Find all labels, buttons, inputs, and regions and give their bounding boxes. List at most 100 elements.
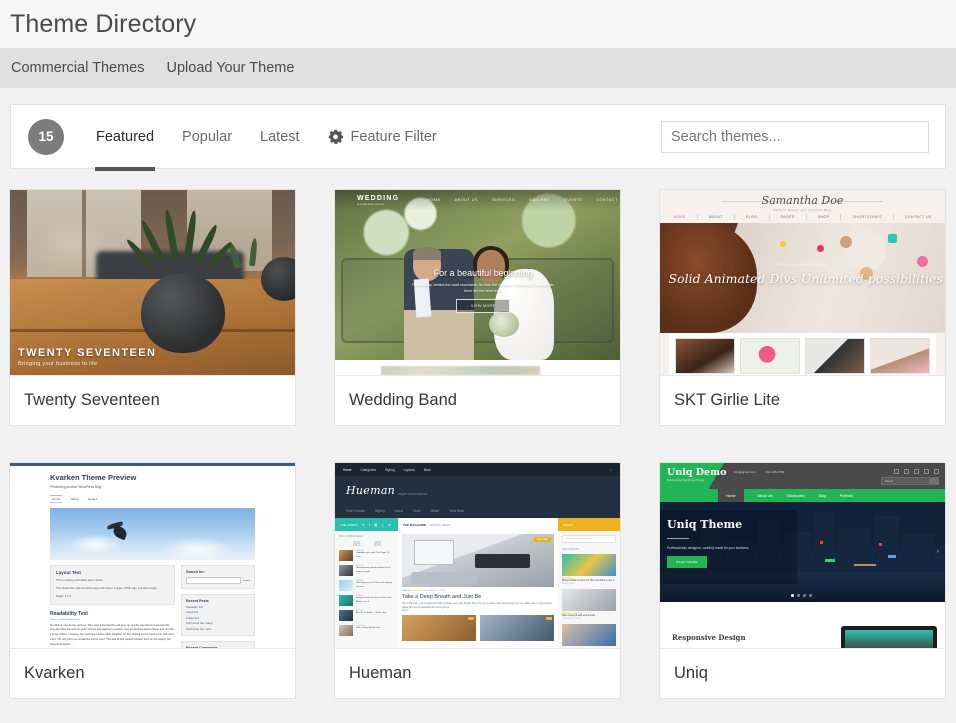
menu-item: Shortcodes — [786, 494, 804, 498]
menu-item: Mixed — [431, 509, 440, 513]
filter-bar-wrapper: 15 Featured Popular Latest Feature Filte… — [0, 88, 956, 169]
theme-screenshot[interactable]: Kvarken Theme Preview Previewing Another… — [10, 463, 295, 649]
featured-image: FEATURE — [402, 534, 554, 587]
theme-screenshot[interactable]: Samantha Doe Fashion Beauty and Lifestyl… — [660, 190, 945, 376]
menu-item: Level 1 — [88, 497, 98, 501]
preview-logo: WEDDING wordpress theme — [357, 195, 399, 206]
list-item: NATUREAn Ode To Earth — Relax Time — [339, 610, 394, 621]
card-date: DECEMBER 20, 2016 — [562, 618, 616, 620]
theme-card-hueman[interactable]: Home Categories Styling Layouts More ⌕ H… — [334, 462, 621, 699]
article-title: Take a Deep Breath and Just Be — [402, 594, 554, 600]
preview-logo-sub: Fashion Beauty and Lifestyle Blog — [660, 208, 945, 212]
menu-item: Layouts — [404, 468, 415, 472]
site-tagline: Previewing Another WordPress Blog — [50, 485, 255, 489]
menu-item: ABOUT — [709, 215, 723, 219]
secondary-nav: Commercial Themes Upload Your Theme — [0, 48, 956, 88]
menu-item: EVENTS — [564, 198, 582, 202]
magazine-label: THE MAGAZINE. — [403, 523, 427, 527]
theme-card-skt-girlie-lite[interactable]: Samantha Doe Fashion Beauty and Lifestyl… — [659, 189, 946, 426]
theme-name[interactable]: Kvarken — [10, 649, 295, 698]
phone-text: 012-345-6789 — [766, 470, 785, 474]
device-mockup — [841, 626, 937, 648]
menu-item: Styling — [375, 509, 385, 513]
widget-title: Search for: — [186, 570, 250, 574]
theme-name[interactable]: Hueman — [335, 649, 620, 698]
search-input[interactable] — [661, 121, 929, 153]
theme-screenshot[interactable]: For a beautiful beginning Far far away, … — [335, 190, 620, 376]
menu-item: Blog — [819, 494, 826, 498]
theme-name[interactable]: Twenty Seventeen — [10, 376, 295, 425]
article-meta: NATURE LIFESTYLE DECEMBER 20, 2016 — [402, 590, 554, 592]
slider-next-icon: › — [937, 548, 939, 555]
theme-name[interactable]: Uniq — [660, 649, 945, 698]
list-item: NATUREUnimaginative about reasons to the… — [339, 565, 394, 576]
article-category: NATURE — [402, 590, 411, 592]
search-placeholder: Search — [882, 480, 893, 483]
preview-menu: Home About Us Shortcodes Blog Portfolio — [660, 489, 945, 502]
menu-item: PAGES — [781, 215, 795, 219]
social-icon: △ — [381, 523, 384, 527]
list-item: NATUREGabrielle rushs with The Power Of … — [339, 550, 394, 561]
preview-logo-sub: Multipurpose WordPress Theme — [667, 479, 704, 482]
feature-badge: FEATURE — [534, 537, 551, 542]
theme-count-badge: 15 — [28, 119, 64, 155]
feature-filter-button[interactable]: Feature Filter — [327, 116, 438, 158]
menu-item-active: Home — [718, 489, 744, 502]
tab-popular[interactable]: Popular — [181, 116, 233, 158]
nav-item-commercial-themes[interactable]: Commercial Themes — [11, 60, 145, 76]
post-pages: Pages: 1 2 3 — [56, 594, 169, 599]
preview-twenty-seventeen: TWENTY SEVENTEEN Bringing your business … — [10, 190, 295, 375]
contact-info: info@gmail.com 012-345-6789 — [734, 470, 784, 474]
preview-tagline: inspire and empower — [398, 492, 428, 496]
list-item-title: Being Outside in Front of it How Your Bo… — [356, 597, 394, 604]
theme-screenshot[interactable]: TWENTY SEVENTEEN Bringing your business … — [10, 190, 295, 376]
bird-figure — [107, 523, 133, 539]
page-header: Theme Directory — [0, 0, 956, 48]
menu-item: SERVICES — [492, 198, 515, 202]
thumbnail — [339, 580, 353, 591]
thumbnail — [562, 589, 616, 611]
post-title-2: Readability Test — [50, 611, 175, 617]
thumbnail — [562, 554, 616, 576]
widget-search: Search for: Search — [181, 565, 255, 589]
nav-item-upload-your-theme[interactable]: Upload Your Theme — [167, 60, 295, 76]
filter-tabs: Featured Popular Latest Feature Filter — [95, 116, 438, 158]
hero-eyebrow: SPACING SHORTCODE — [660, 263, 945, 267]
list-item-title: Take a Deep Breath and — [356, 627, 380, 631]
filter-bar: 15 Featured Popular Latest Feature Filte… — [10, 104, 946, 169]
theme-card-twenty-seventeen[interactable]: TWENTY SEVENTEEN Bringing your business … — [9, 189, 296, 426]
email-text: info@gmail.com — [734, 470, 756, 474]
pages-bar: PAGES — [558, 518, 620, 531]
content-columns: Layout Test This is a sticky post!! Make… — [50, 565, 255, 648]
theme-card-wedding-band[interactable]: For a beautiful beginning Far far away, … — [334, 189, 621, 426]
table-shape — [475, 554, 530, 568]
tab-featured[interactable]: Featured — [95, 116, 155, 158]
social-icon: ✈ — [362, 523, 365, 527]
desk-object — [817, 245, 824, 252]
tab-latest[interactable]: Latest — [259, 116, 301, 158]
theme-screenshot[interactable]: Uniq Demo Multipurpose WordPress Theme i… — [660, 463, 945, 649]
preview-overlay-text: TWENTY SEVENTEEN Bringing your business … — [18, 347, 156, 367]
theme-screenshot[interactable]: Home Categories Styling Layouts More ⌕ H… — [335, 463, 620, 649]
theme-grid: TWENTY SEVENTEEN Bringing your business … — [0, 169, 956, 699]
sticky-post: Layout Test This is a sticky post!! Make… — [50, 565, 175, 605]
breadcrumb: Home | Cat A | Readability Test — [50, 619, 175, 621]
theme-card-uniq[interactable]: Uniq Demo Multipurpose WordPress Theme i… — [659, 462, 946, 699]
menu-item: ABOUT US — [455, 198, 478, 202]
sidebar-card: LIFESTYLE Being Outside in Front of it H… — [562, 554, 616, 585]
widget-title: Recent Comments — [186, 646, 250, 649]
menu-item: Portfolio — [840, 494, 853, 498]
thumbnail — [805, 338, 865, 374]
theme-name[interactable]: SKT Girlie Lite — [660, 376, 945, 425]
desk-object — [888, 234, 897, 243]
menu-item: GALLERY — [529, 198, 550, 202]
theme-name[interactable]: Wedding Band — [335, 376, 620, 425]
main-column: FEATURE NATURE LIFESTYLE DECEMBER 20, 20… — [398, 531, 558, 648]
hero-photo: SPACING SHORTCODE Solid Animated Divs Un… — [660, 223, 945, 333]
list-item: NATUREThe Experience of Other and coming… — [339, 580, 394, 591]
theme-card-kvarken[interactable]: Kvarken Theme Preview Previewing Another… — [9, 462, 296, 699]
preview-logo: Samantha Doe Fashion Beauty and Lifestyl… — [660, 194, 945, 212]
preview-navbar: WEDDING wordpress theme HOME ABOUT US SE… — [335, 190, 620, 210]
sidebar-title: FAVOURITE — [562, 548, 616, 551]
thumbnail-row — [669, 333, 937, 375]
